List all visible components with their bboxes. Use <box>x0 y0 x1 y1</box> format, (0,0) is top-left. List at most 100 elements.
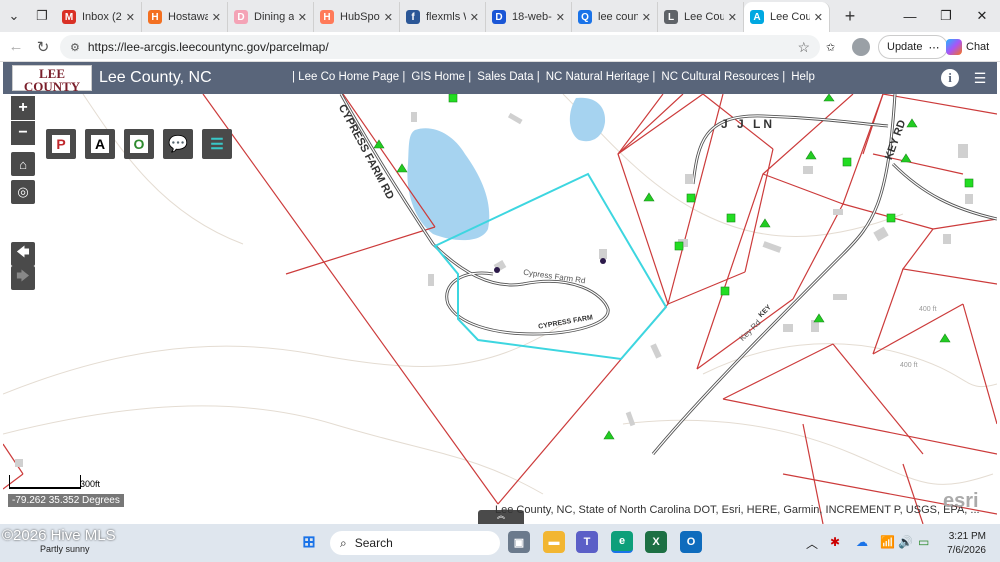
tab-close-icon[interactable]: ✕ <box>212 11 221 24</box>
nav-cultural-resources[interactable]: NC Cultural Resources | <box>661 71 785 83</box>
layers-check-icon: ☰ <box>210 136 224 153</box>
tab-close-icon[interactable]: ✕ <box>556 11 565 24</box>
owner-tool-label: O <box>130 135 148 153</box>
volume-icon[interactable]: 🔊 <box>898 535 913 549</box>
tab-title: Lee Count <box>684 11 724 23</box>
docusign-icon: D <box>492 10 506 24</box>
site-title: Lee County, NC <box>99 69 212 86</box>
update-label: Update <box>887 41 923 53</box>
system-clock[interactable]: 3:21 PM 7/6/2026 <box>947 530 986 558</box>
tab-actions-chevron-icon[interactable]: ⌄ <box>0 2 28 30</box>
parcel-search-tool[interactable]: P <box>46 129 76 159</box>
workspaces-icon[interactable]: ❐ <box>28 2 56 30</box>
outlook-icon[interactable]: O <box>680 531 702 553</box>
building-footprints <box>15 112 973 467</box>
address-tool-label: A <box>91 135 109 153</box>
comment-tool[interactable]: 💬 <box>163 129 193 159</box>
taskbar-search[interactable]: ⌕ Search <box>330 531 500 555</box>
back-icon[interactable]: ← <box>2 33 30 61</box>
excel-icon[interactable]: X <box>645 531 667 553</box>
layers-tool[interactable]: ☰ <box>202 129 232 159</box>
browser-tab[interactable]: D 18-web-o ✕ <box>486 2 572 32</box>
favorite-star-icon[interactable]: ☆ <box>797 39 810 56</box>
tab-close-icon[interactable]: ✕ <box>728 11 737 24</box>
weather-text: Partly sunny <box>40 544 90 554</box>
owner-search-tool[interactable]: O <box>124 129 154 159</box>
tab-close-icon[interactable]: ✕ <box>298 11 307 24</box>
nav-natural-heritage[interactable]: NC Natural Heritage | <box>546 71 656 83</box>
more-menu-icon[interactable]: ⋯ <box>928 41 939 54</box>
locate-icon[interactable]: ◎ <box>11 180 35 204</box>
wifi-icon[interactable]: 📶 <box>880 535 895 549</box>
site-icon: L <box>664 10 678 24</box>
edge-browser-icon[interactable]: e <box>611 531 633 553</box>
browser-tab[interactable]: Qlee county ✕ <box>572 2 658 32</box>
browser-tab[interactable]: H HubSpot ✕ <box>314 2 400 32</box>
clock-time: 3:21 PM <box>948 531 986 542</box>
gmail-icon: M <box>62 10 76 24</box>
profile-avatar[interactable] <box>852 35 870 59</box>
browser-tab[interactable]: A Lee Coun ✕ <box>744 2 830 32</box>
contour-label: 400 ft <box>919 306 937 313</box>
scale-label: 300ft <box>79 479 100 489</box>
hamburger-menu-icon[interactable]: ☰ <box>970 68 990 88</box>
nav-help[interactable]: Help <box>791 71 815 83</box>
window-controls: — ❐ ✕ <box>892 0 1000 32</box>
minimize-icon[interactable]: — <box>892 0 928 32</box>
address-search-tool[interactable]: A <box>85 129 115 159</box>
url-field[interactable]: ⚙ https://lee-arcgis.leecountync.gov/par… <box>60 35 820 59</box>
tab-close-icon[interactable]: ✕ <box>126 11 135 24</box>
search-icon: Q <box>578 10 592 24</box>
battery-icon[interactable]: ▭ <box>918 535 929 549</box>
search-placeholder: Search <box>354 536 393 550</box>
browser-tab[interactable]: M Inbox (21(✕ <box>56 2 142 32</box>
clock-date: 7/6/2026 <box>947 545 986 556</box>
close-window-icon[interactable]: ✕ <box>964 0 1000 32</box>
nav-lee-co-home[interactable]: | Lee Co Home Page | <box>292 71 405 83</box>
tab-close-icon[interactable]: ✕ <box>642 11 651 24</box>
browser-tab-bar: ⌄ ❐ M Inbox (21(✕ H Hostaway ✕ D Dining an ✕ H Hu… <box>0 0 1000 32</box>
tray-app-icon[interactable]: ✱ <box>830 535 840 549</box>
structure-point <box>600 258 606 264</box>
previous-extent-arrow-icon[interactable]: 🡄 <box>11 242 35 266</box>
site-info-icon[interactable]: ⚙ <box>70 41 80 54</box>
tab-close-icon[interactable]: ✕ <box>470 11 479 24</box>
zoom-in-button[interactable]: + <box>11 96 35 120</box>
nav-sales-data[interactable]: Sales Data | <box>477 71 539 83</box>
contour-label: 400 ft <box>900 362 918 369</box>
browser-tab[interactable]: L Lee Count ✕ <box>658 2 744 32</box>
parcel-map[interactable]: CYPRESS FARM RD Cypress Farm Rd CYPRESS … <box>3 94 997 524</box>
tab-title: Dining an <box>254 11 294 23</box>
tab-title: flexmls W <box>426 11 466 23</box>
home-icon[interactable]: ⌂ <box>11 152 35 176</box>
restore-icon[interactable]: ❐ <box>928 0 964 32</box>
lee-county-logo[interactable]: LEE COUNTY Connected Today For a Better … <box>12 65 92 97</box>
start-windows-icon[interactable]: ⊞ <box>298 531 320 553</box>
favorites-icon[interactable]: ✩ <box>826 35 835 59</box>
info-icon[interactable]: i <box>940 68 960 88</box>
tab-strip: M Inbox (21(✕ H Hostaway ✕ D Dining an ✕ H HubSpo… <box>56 0 830 32</box>
zoom-out-button[interactable]: − <box>11 121 35 145</box>
tab-close-icon[interactable]: ✕ <box>814 11 823 24</box>
task-view-icon[interactable]: ▣ <box>508 531 530 553</box>
refresh-icon[interactable]: ↻ <box>29 33 57 61</box>
weather-widget[interactable]: Partly sunny <box>40 544 90 554</box>
new-tab-button[interactable]: + <box>836 2 864 30</box>
pond-small <box>569 97 606 142</box>
browser-tab[interactable]: D Dining an ✕ <box>228 2 314 32</box>
file-explorer-icon[interactable]: ▬ <box>543 531 565 553</box>
logo-line1: LEE COUNTY <box>23 66 81 94</box>
update-button[interactable]: Update ⋯ <box>878 35 949 59</box>
tab-title: HubSpot <box>340 11 380 23</box>
browser-tab[interactable]: f flexmls W ✕ <box>400 2 486 32</box>
tray-chevron-icon[interactable]: ︿ <box>806 535 818 552</box>
browser-tab[interactable]: H Hostaway ✕ <box>142 2 228 32</box>
onedrive-icon[interactable]: ☁ <box>856 535 868 549</box>
teams-icon[interactable]: T <box>576 531 598 553</box>
mls-watermark: ©2026 Hive MLS <box>2 527 116 544</box>
nav-gis-home[interactable]: GIS Home | <box>411 71 471 83</box>
tab-title: 18-web-o <box>512 11 552 23</box>
tab-close-icon[interactable]: ✕ <box>384 11 393 24</box>
copilot-chat-button[interactable]: Chat <box>946 35 989 59</box>
next-extent-arrow-icon[interactable]: 🡆 <box>11 266 35 290</box>
